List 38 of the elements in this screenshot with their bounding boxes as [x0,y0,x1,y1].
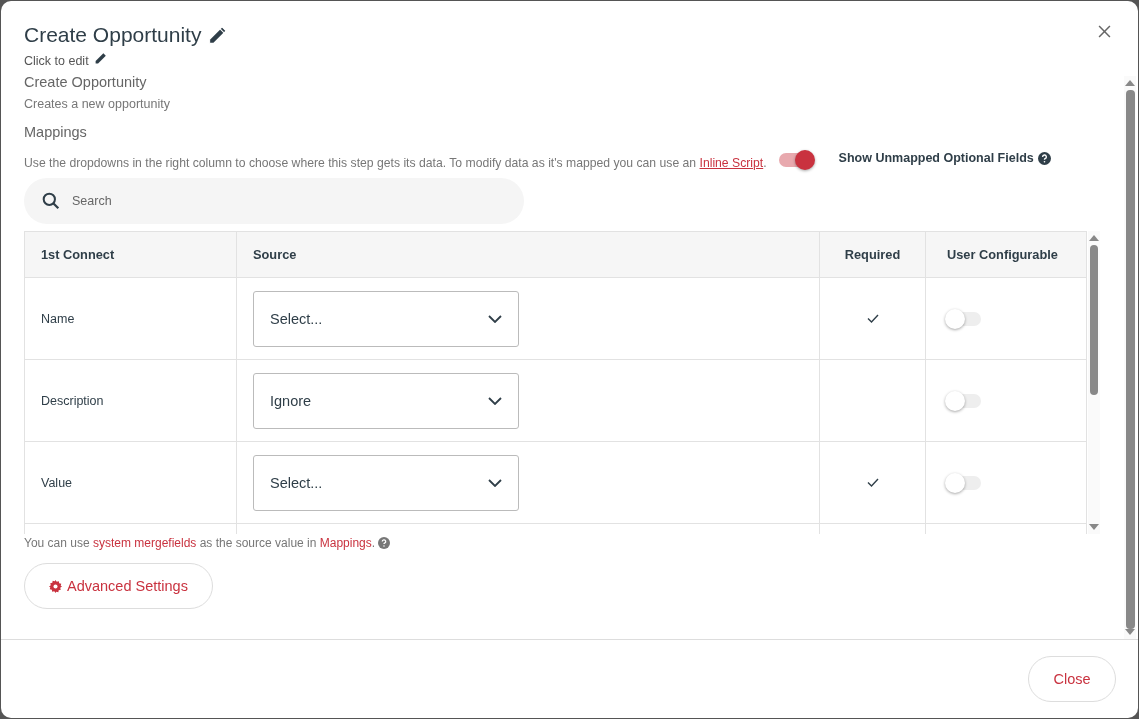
search-icon [42,192,60,210]
column-header: 1st Connect [25,232,237,277]
column-header: Required [820,232,926,277]
scrollbar[interactable] [1124,76,1136,639]
pencil-icon[interactable] [207,24,229,46]
chevron-down-icon [488,314,502,323]
close-button[interactable]: Close [1028,656,1116,702]
field-name: Value [41,475,73,490]
source-dropdown[interactable]: Select... [253,290,519,347]
source-dropdown[interactable]: Select... [253,454,519,511]
gear-icon [49,579,62,593]
edit-hint[interactable]: Click to edit [24,54,89,68]
chevron-down-icon [488,478,502,487]
section-heading: Mappings [24,124,88,140]
column-header: Source [237,232,820,277]
pencil-icon[interactable] [93,51,107,65]
help-icon[interactable] [1037,151,1051,165]
advanced-settings-button[interactable]: Advanced Settings [24,563,213,609]
chevron-down-icon [488,396,502,405]
footnote: You can use system mergefields as the source value in Mappings. [24,536,1124,550]
step-description: Creates a new opportunity [24,97,171,111]
help-text: Use the dropdowns in the right column to choose where this step gets its data. To modify data as it's mapped you can use an Inline Script. [24,156,767,170]
step-name: Create Opportunity [24,74,148,90]
mergefields-link[interactable]: system mergefields [92,536,197,550]
toggle-label: Show Unmapped Optional Fields [838,151,1034,165]
column-header: User Configurable [926,232,1087,277]
toggle-switch[interactable] [778,153,813,167]
scrollbar[interactable] [1088,231,1100,534]
toggle-switch[interactable] [947,393,981,408]
toggle-switch[interactable] [947,311,981,326]
field-name: Name [41,311,75,326]
field-name: Description [41,393,104,408]
dialog-title: Create Opportunity [24,23,202,47]
source-dropdown[interactable]: Ignore [253,372,519,429]
mappings-link[interactable]: Mappings [319,536,372,550]
close-icon[interactable] [1098,24,1111,38]
search-field[interactable]: Search [24,178,524,224]
toggle-switch[interactable] [947,475,981,490]
